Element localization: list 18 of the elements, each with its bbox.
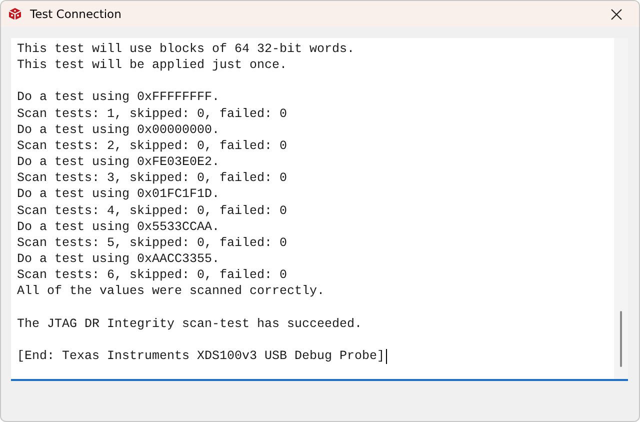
- output-line: The JTAG DR Integrity scan-test has succeeded.: [17, 316, 364, 332]
- output-line: Scan tests: 4, skipped: 0, failed: 0: [17, 202, 288, 219]
- output-line: Do a test using 0xAACC3355.: [17, 251, 221, 268]
- output-line: This test will be applied just once.: [17, 57, 288, 74]
- output-line: Do a test using 0x00000000.: [17, 122, 221, 138]
- output-line: All of the values were scanned correctly.: [17, 283, 326, 300]
- output-line: Scan tests: 3, skipped: 0, failed: 0: [17, 170, 288, 186]
- output-line: [End: Texas Instruments XDS100v3 USB Debug Probe]: [17, 348, 385, 364]
- output-line: Scan tests: 2, skipped: 0, failed: 0: [17, 138, 288, 154]
- output-line: This test will use blocks of 64 32-bit words.: [17, 41, 356, 58]
- output-line: Scan tests: 5, skipped: 0, failed: 0: [17, 234, 288, 252]
- output-line: Do a test using 0xFFFFFFFF.: [17, 89, 221, 106]
- window-title: Test Connection: [30, 7, 122, 21]
- output-line: Do a test using 0xFE03E0E2.: [17, 154, 221, 170]
- output-line: Scan tests: 1, skipped: 0, failed: 0: [17, 106, 288, 122]
- output-line: Do a test using 0x5533CCAA.: [17, 218, 221, 235]
- output-line: Scan tests: 6, skipped: 0, failed: 0: [17, 267, 288, 284]
- output-line: Do a test using 0x01FC1F1D.: [17, 186, 221, 203]
